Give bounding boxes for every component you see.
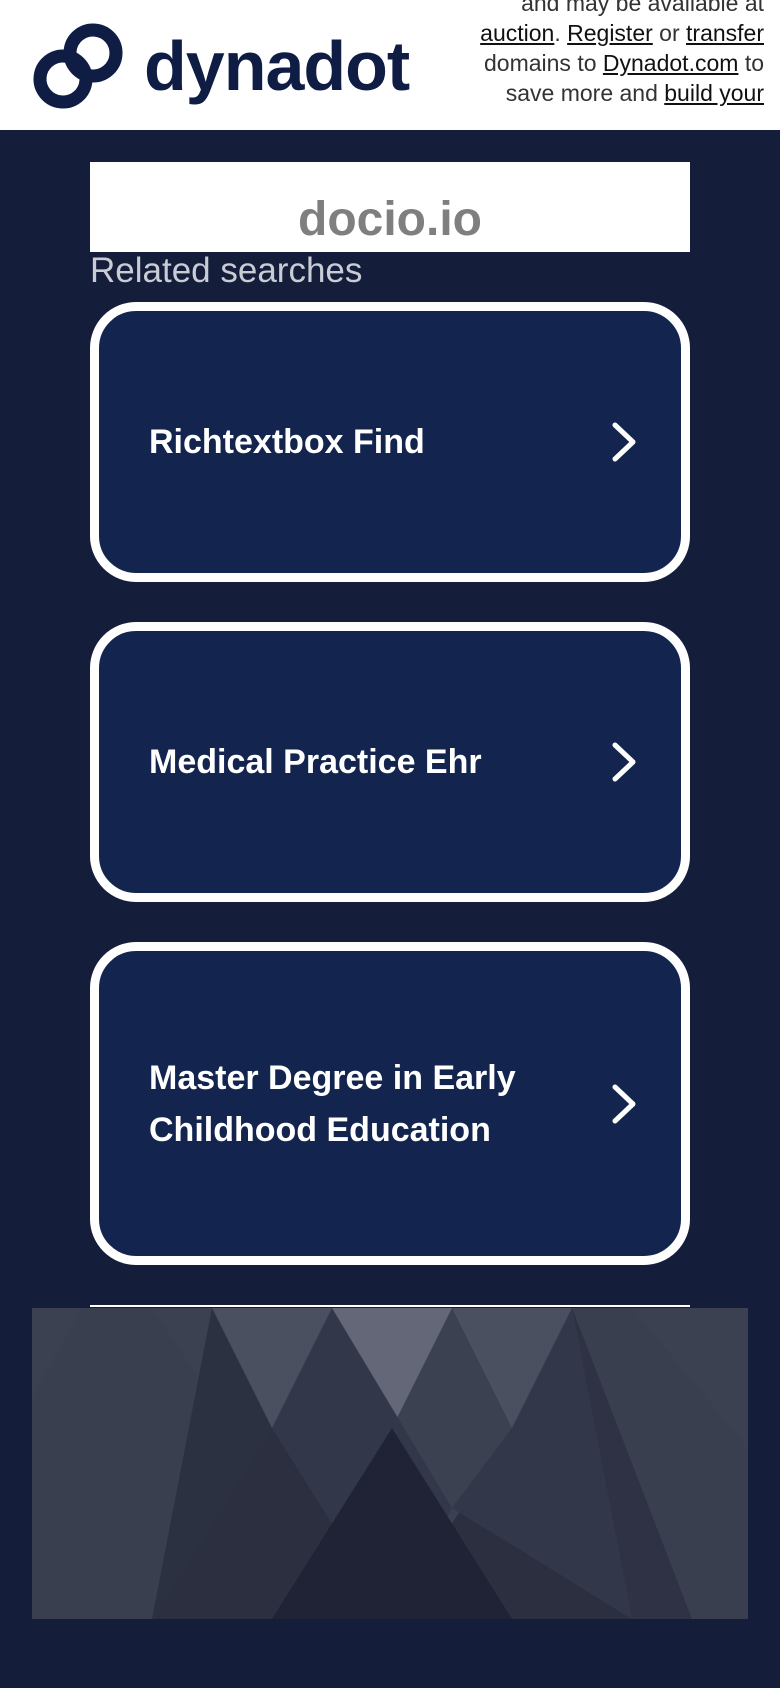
dynadot-logo-icon	[33, 23, 123, 109]
register-link[interactable]: Register	[567, 20, 653, 46]
dynadot-logo[interactable]: dynadot	[32, 18, 410, 114]
related-search-card[interactable]: Richtextbox Find	[90, 302, 690, 582]
related-search-card[interactable]: Master Degree in Early Childhood Educati…	[90, 942, 690, 1265]
chevron-right-icon	[612, 422, 636, 462]
logo-wordmark: dynadot	[144, 27, 410, 105]
related-search-label: Medical Practice Ehr	[149, 743, 482, 781]
section-divider	[90, 1305, 690, 1307]
related-search-label: Richtextbox Find	[149, 423, 425, 461]
build-link[interactable]: build your	[664, 80, 764, 106]
transfer-link[interactable]: transfer	[686, 20, 764, 46]
related-search-card[interactable]: Medical Practice Ehr	[90, 622, 690, 902]
dynadot-link[interactable]: Dynadot.com	[603, 50, 739, 76]
decorative-triangle-pattern	[32, 1308, 748, 1619]
notice-text: to	[744, 50, 764, 76]
domain-name: docio.io	[298, 193, 482, 246]
notice-text: and may be available at	[521, 0, 764, 16]
related-searches-title: Related searches	[90, 251, 363, 290]
expired-domain-notice: and may be available at auction. Registe…	[424, 0, 764, 108]
chevron-right-icon	[612, 742, 636, 782]
related-search-label: Master Degree in Early Childhood Educati…	[149, 1058, 516, 1149]
site-header: dynadot and may be available at auction.…	[0, 0, 780, 130]
notice-text: save more and	[505, 80, 658, 106]
notice-text: domains to	[484, 50, 597, 76]
auction-link[interactable]: auction	[480, 20, 554, 46]
notice-text: .	[554, 20, 561, 46]
chevron-right-icon	[612, 1084, 636, 1123]
notice-text: or	[659, 20, 680, 46]
domain-banner: docio.io	[90, 162, 690, 252]
